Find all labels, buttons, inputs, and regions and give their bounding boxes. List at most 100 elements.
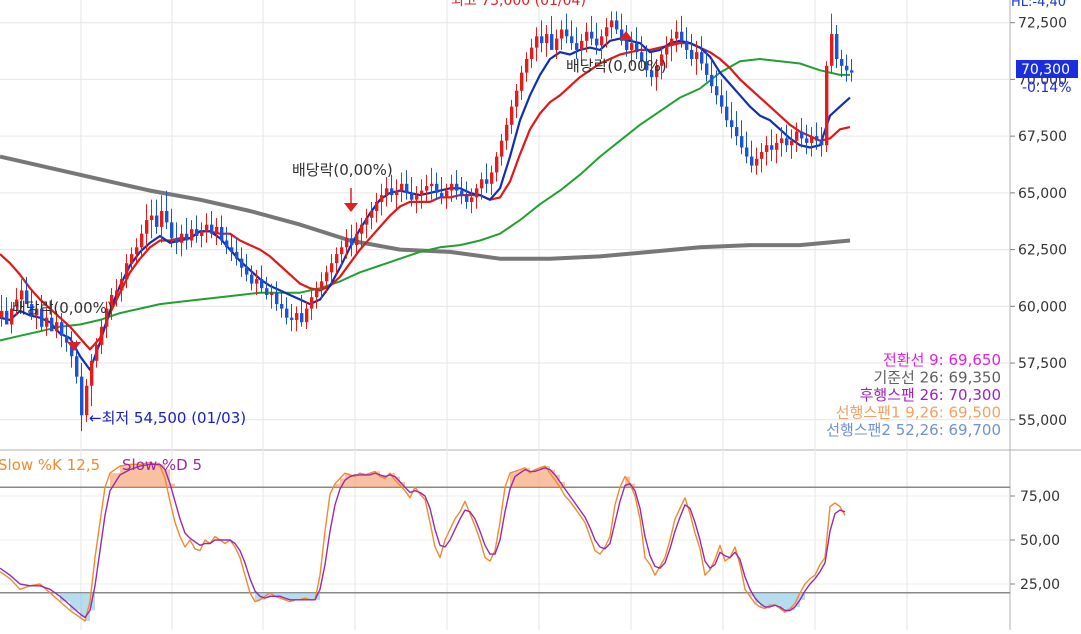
candle-body xyxy=(325,272,329,282)
candle-body xyxy=(415,195,419,200)
candle-body xyxy=(735,127,739,137)
candle-body xyxy=(245,267,249,275)
candle-body xyxy=(220,226,224,241)
candle-body xyxy=(725,106,729,121)
candle-body xyxy=(755,158,759,166)
candle-body xyxy=(570,36,574,44)
legend-entry: 선행스팬1 9,26: 69,500 xyxy=(836,404,1001,422)
candle-body xyxy=(625,40,629,50)
candle-body xyxy=(575,43,579,50)
candle-body xyxy=(750,156,754,166)
overbought-fill xyxy=(530,471,535,488)
candle-body xyxy=(360,224,364,234)
candle-body xyxy=(840,58,844,66)
candle-body xyxy=(715,86,719,96)
candle-body xyxy=(350,238,354,246)
candle-body xyxy=(830,34,834,66)
candle-body xyxy=(520,72,524,91)
stock-chart[interactable]: 72,50070,00067,50065,00062,50060,00057,5… xyxy=(0,0,1081,630)
legend-entry: 기준선 26: 69,350 xyxy=(873,369,1001,387)
candle-body xyxy=(540,36,544,44)
candle-body xyxy=(470,197,474,202)
oversold-fill xyxy=(310,592,315,600)
candle-body xyxy=(600,36,604,46)
candle-body xyxy=(340,247,344,255)
legend-entry: 후행스팬 26: 70,300 xyxy=(860,386,1001,404)
annotation-high: 최고 73,000 (01/04) xyxy=(451,0,586,9)
candle-body xyxy=(50,317,54,332)
candle-body xyxy=(380,195,384,202)
candle-body xyxy=(175,238,179,243)
candle-body xyxy=(785,138,789,146)
y-axes: 72,50070,00067,50065,00062,50060,00057,5… xyxy=(1010,16,1067,593)
stock-chart-window: 72,500 70,000 67,500 65,000 62,500 60,000 57,5… xyxy=(0,0,1081,630)
candle-body xyxy=(285,308,289,318)
candle-body xyxy=(215,226,219,234)
stochastic-d-title: Slow %D 5 xyxy=(122,456,202,474)
candle-body xyxy=(375,201,379,212)
y-tick-label: 72,500 xyxy=(1018,16,1067,32)
candle-body xyxy=(85,385,89,416)
candle-body xyxy=(80,376,84,416)
candle-body xyxy=(525,58,529,73)
candle-body xyxy=(225,240,229,248)
y-tick-label: 25,00 xyxy=(1020,577,1060,593)
candle-body xyxy=(445,190,449,198)
candle-body xyxy=(580,40,584,50)
candle-body xyxy=(505,124,509,141)
candle-body xyxy=(315,288,319,298)
candle-body xyxy=(545,34,549,44)
candle-body xyxy=(460,190,464,196)
candle-body xyxy=(590,31,594,39)
candle-body xyxy=(100,326,104,345)
grid xyxy=(0,0,1081,630)
candle-body xyxy=(290,317,294,320)
candle-body xyxy=(820,140,824,146)
candle-body xyxy=(90,360,94,386)
candle-body xyxy=(120,279,124,291)
candle-body xyxy=(835,34,839,59)
candle-body xyxy=(355,233,359,246)
oversold-fill xyxy=(295,592,300,600)
candle-body xyxy=(330,263,334,273)
candle-body xyxy=(635,43,639,53)
candle-body xyxy=(130,254,134,264)
legend-entry: 전환선 9: 69,650 xyxy=(883,351,1001,369)
candle-body xyxy=(255,279,259,284)
candle-body xyxy=(485,179,489,184)
candle-body xyxy=(0,310,4,318)
candle-body xyxy=(810,136,814,143)
candle-body xyxy=(815,136,819,141)
annotation-dividend-2: 배당락(0,00%) xyxy=(12,299,113,317)
candle-body xyxy=(670,38,674,46)
candle-body xyxy=(300,313,304,323)
candle-body xyxy=(790,140,794,146)
candle-body xyxy=(550,34,554,50)
candle-body xyxy=(425,186,429,191)
candle-body xyxy=(690,49,694,59)
candle-body xyxy=(480,179,484,189)
candle-body xyxy=(555,38,559,50)
candle-body xyxy=(320,281,324,289)
candle-body xyxy=(365,217,369,225)
annotation-low: ←최저 54,500 (01/03) xyxy=(89,409,246,427)
candle-body xyxy=(565,29,569,37)
candle-body xyxy=(200,231,204,236)
candle-body xyxy=(60,322,64,336)
candle-body xyxy=(295,313,299,320)
candle-body xyxy=(170,222,174,239)
candle-body xyxy=(760,152,764,159)
overbought-fill xyxy=(335,483,340,488)
candle-body xyxy=(95,344,99,361)
candle-body xyxy=(160,211,164,227)
candle-body xyxy=(75,356,79,377)
candle-body xyxy=(700,52,704,64)
candle-body xyxy=(145,220,149,234)
candle-body xyxy=(280,304,284,309)
candle-body xyxy=(250,274,254,284)
candle-body xyxy=(410,192,414,200)
oversold-fill xyxy=(70,592,80,611)
plot-background xyxy=(0,0,1010,630)
candle-body xyxy=(440,192,444,198)
candle-body xyxy=(260,279,264,289)
